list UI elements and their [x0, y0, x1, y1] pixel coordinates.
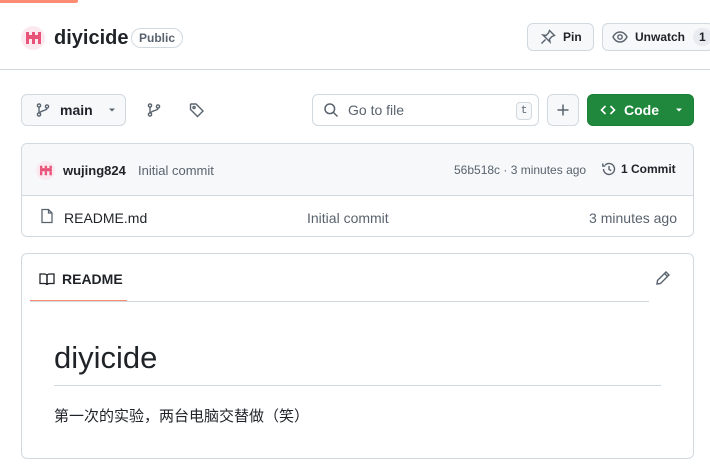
plus-icon: [557, 104, 569, 116]
branches-button[interactable]: [138, 94, 170, 126]
caret-down-icon: [676, 108, 682, 112]
search-icon: [324, 103, 339, 118]
commit-message-link[interactable]: Initial commit: [138, 163, 214, 178]
pin-button[interactable]: Pin: [527, 23, 594, 51]
repo-owner-avatar[interactable]: [21, 26, 45, 50]
pencil-icon[interactable]: [655, 270, 671, 286]
file-icon: [41, 208, 53, 224]
history-icon: [602, 162, 616, 176]
header-divider: [0, 69, 710, 70]
readme-heading: diyicide: [54, 340, 158, 375]
visibility-badge: Public: [131, 28, 184, 48]
caret-down-icon: [108, 108, 115, 112]
tags-button[interactable]: [181, 94, 213, 126]
branch-selector-button[interactable]: main: [21, 94, 126, 126]
tab-readme[interactable]: README: [30, 254, 127, 302]
file-commit-message-link[interactable]: Initial commit: [307, 210, 389, 226]
readme-panel: README diyicide 第一次的实验，两台电脑交替做（笑）: [21, 253, 694, 459]
readme-body-text: 第一次的实验，两台电脑交替做（笑）: [54, 407, 310, 425]
watch-count-badge: 1: [693, 28, 710, 46]
readme-header: README: [22, 254, 693, 302]
eye-icon: [612, 31, 628, 43]
latest-commit-bar: wujing824 Initial commit 56b518c · 3 min…: [22, 144, 693, 196]
file-updated-time: 3 minutes ago: [589, 210, 677, 226]
table-row[interactable]: README.md Initial commit 3 minutes ago: [22, 197, 693, 236]
git-branch-icon: [36, 103, 50, 117]
code-label: Code: [624, 102, 659, 118]
tag-icon: [189, 103, 204, 118]
code-icon: [600, 105, 616, 115]
add-file-button[interactable]: [547, 94, 579, 126]
unwatch-button[interactable]: Unwatch 1: [602, 23, 710, 51]
unwatch-label: Unwatch: [635, 30, 686, 44]
heading-divider: [54, 385, 661, 386]
go-to-file-input[interactable]: Go to file t: [312, 94, 539, 126]
commit-history-link[interactable]: 1 Commit: [601, 161, 676, 177]
commit-author-link[interactable]: wujing824: [63, 163, 126, 178]
pin-icon: [540, 29, 556, 45]
readme-header-divider: [30, 301, 649, 302]
repo-name-link[interactable]: diyicide: [54, 26, 128, 50]
file-name-link[interactable]: README.md: [64, 210, 147, 226]
pin-label: Pin: [563, 30, 582, 44]
git-branch-icon: [147, 103, 161, 117]
keyboard-shortcut-hint: t: [516, 102, 532, 120]
avatar[interactable]: [36, 161, 55, 180]
commit-hash-and-time[interactable]: 56b518c · 3 minutes ago: [454, 163, 586, 177]
go-to-file-placeholder: Go to file: [348, 102, 405, 118]
book-icon: [39, 273, 55, 286]
file-browser: wujing824 Initial commit 56b518c · 3 min…: [21, 143, 694, 237]
branch-name: main: [60, 102, 93, 118]
active-nav-indicator: [0, 0, 78, 3]
readme-tab-label: README: [62, 271, 123, 287]
code-button[interactable]: Code: [587, 94, 694, 126]
commit-count: 1 Commit: [621, 162, 676, 176]
